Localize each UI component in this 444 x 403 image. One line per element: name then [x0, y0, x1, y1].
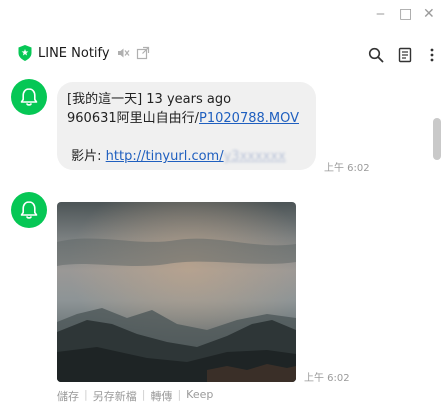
divider: | — [84, 388, 88, 401]
save-as-action[interactable]: 另存新檔 — [93, 388, 137, 403]
photo-message[interactable] — [57, 202, 296, 382]
blurred-url-part[interactable]: y3xxxxxx — [224, 149, 286, 164]
chat-area[interactable]: [我的這一天] 13 years ago 960631阿里山自由行/P10207… — [0, 70, 432, 403]
url-link[interactable]: http://tinyurl.com/ — [106, 149, 224, 164]
external-link-icon[interactable] — [136, 46, 150, 60]
chat-title: LINE Notify — [38, 45, 110, 61]
close-button[interactable]: ✕ — [423, 6, 435, 22]
file-link[interactable]: P1020788.MOV — [199, 111, 299, 126]
message-text: 影片: — [67, 149, 106, 164]
mountain-photo — [57, 202, 296, 382]
forward-action[interactable]: 轉傳 — [150, 388, 172, 403]
shield-icon — [18, 45, 32, 61]
photo-actions: 儲存 | 另存新檔 | 轉傳 | Keep — [57, 388, 213, 403]
scrollbar-thumb[interactable] — [433, 118, 441, 160]
message-time: 上午 6:02 — [324, 163, 370, 174]
message-line: 960631阿里山自由行/P1020788.MOV — [67, 109, 306, 128]
message-line: 影片: http://tinyurl.com/y3xxxxxx — [67, 147, 306, 166]
divider: | — [141, 388, 146, 401]
mute-icon — [117, 48, 130, 58]
divider: | — [177, 388, 182, 401]
message-time: 上午 6:02 — [304, 373, 350, 384]
avatar[interactable] — [11, 79, 47, 115]
chat-header: LINE Notify — [0, 40, 444, 70]
more-icon[interactable] — [424, 47, 440, 63]
bell-icon — [20, 201, 38, 219]
chat-title-row: LINE Notify — [18, 45, 150, 61]
bell-icon — [20, 88, 38, 106]
message-bubble: [我的這一天] 13 years ago 960631阿里山自由行/P10207… — [57, 82, 316, 170]
maximize-button[interactable]: □ — [399, 6, 412, 22]
keep-action[interactable]: Keep — [186, 388, 213, 403]
save-action[interactable]: 儲存 — [57, 388, 79, 403]
message-text: 960631阿里山自由行/ — [67, 111, 200, 126]
message-line: [我的這一天] 13 years ago — [67, 92, 232, 107]
minimize-button[interactable]: ‒ — [376, 6, 385, 22]
notes-icon[interactable] — [397, 47, 413, 63]
search-icon[interactable] — [368, 47, 384, 63]
avatar[interactable] — [11, 192, 47, 228]
